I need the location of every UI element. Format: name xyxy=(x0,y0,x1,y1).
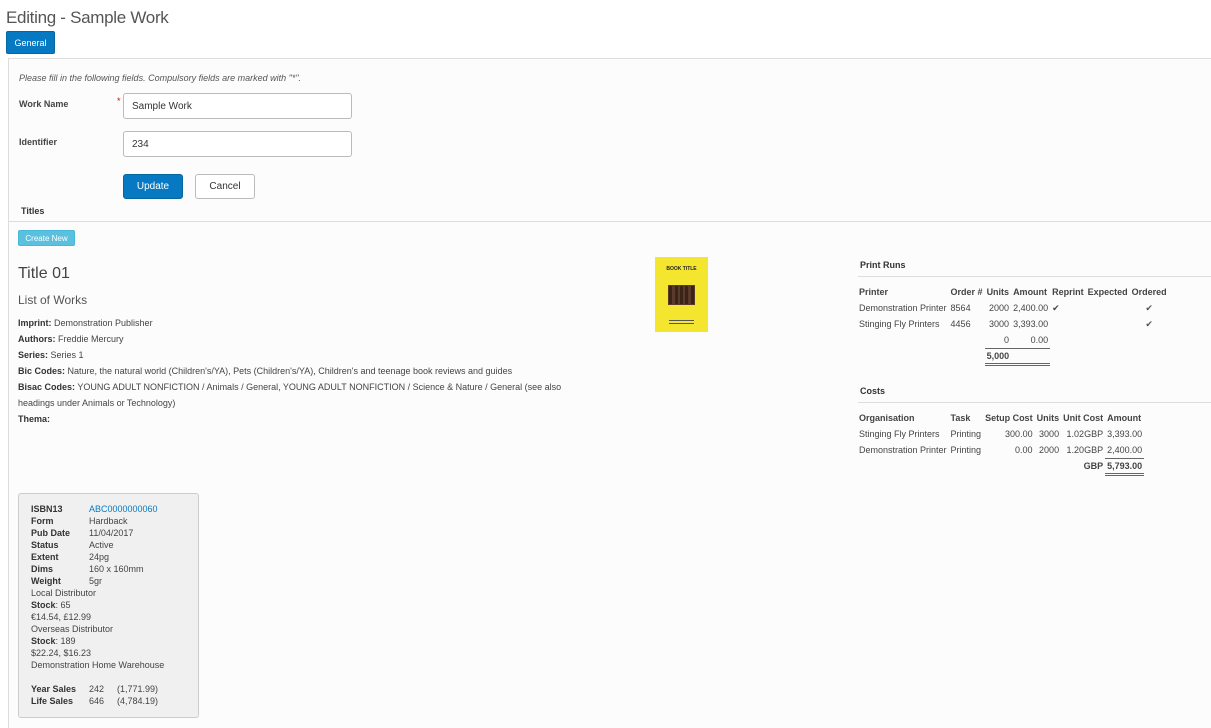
costs-total-label: GBP xyxy=(1083,461,1104,471)
update-button[interactable]: Update xyxy=(123,174,183,199)
bisac-codes-line: Bisac Codes: YOUNG ADULT NONFICTION / An… xyxy=(18,382,562,392)
col-setup-cost: Setup Cost xyxy=(985,413,1033,423)
col-ordered: Ordered xyxy=(1131,287,1167,297)
form-hint: Please fill in the following fields. Com… xyxy=(19,73,302,83)
col-organisation: Organisation xyxy=(859,413,915,423)
col-order: Order # xyxy=(950,287,983,297)
table-row[interactable]: Stinging Fly Printers 4456 3000 3,393.00… xyxy=(857,316,1169,332)
authors-line: Authors: Freddie Mercury xyxy=(18,334,124,344)
page-title: Editing - Sample Work xyxy=(6,8,169,27)
stock-local: Stock: 65 xyxy=(31,600,71,610)
thema-line: Thema: xyxy=(18,414,51,424)
isbn-row: ISBN13 ABC0000000060 xyxy=(31,503,158,515)
check-icon: ✔ xyxy=(1052,302,1060,313)
create-new-button[interactable]: Create New xyxy=(18,230,75,246)
col-expected: Expected xyxy=(1087,287,1128,297)
col-unit-cost: Unit Cost xyxy=(1063,413,1104,423)
titles-divider xyxy=(9,221,1211,222)
costs-heading: Costs xyxy=(860,386,886,396)
col-reprint: Reprint xyxy=(1052,287,1084,297)
title-name[interactable]: Title 01 xyxy=(18,265,70,283)
check-icon: ✔ xyxy=(1145,318,1153,329)
col-units: Units xyxy=(986,287,1010,297)
cover-books-graphic xyxy=(668,285,695,305)
imprint-line: Imprint: Demonstration Publisher xyxy=(18,318,153,328)
distributor-overseas: Overseas Distributor xyxy=(31,624,114,634)
bic-codes-line: Bic Codes: Nature, the natural world (Ch… xyxy=(18,366,513,376)
costs-total-amount: 5,793.00 xyxy=(1105,457,1145,476)
col-printer: Printer xyxy=(859,287,889,297)
check-icon: ✔ xyxy=(1145,302,1153,313)
print-runs-table: Printer Order # Units Amount Reprint Exp… xyxy=(857,284,1169,366)
status-row: Status Active xyxy=(31,540,114,550)
form-row: Form Hardback xyxy=(31,516,128,526)
weight-row: Weight 5gr xyxy=(31,576,103,586)
col-amount: Amount xyxy=(1107,413,1142,423)
print-runs-divider xyxy=(858,276,1211,277)
extent-row: Extent 24pg xyxy=(31,552,110,562)
col-amount: Amount xyxy=(1013,287,1048,297)
identifier-input[interactable] xyxy=(123,131,352,157)
stock-overseas: Stock: 189 xyxy=(31,636,76,646)
tab-general[interactable]: General xyxy=(6,31,55,54)
identifier-label: Identifier xyxy=(19,137,58,147)
costs-total-row: GBP 5,793.00 xyxy=(857,457,1145,476)
series-line: Series: Series 1 xyxy=(18,350,84,360)
work-name-label: Work Name xyxy=(19,99,69,109)
cover-footer xyxy=(669,320,694,324)
table-row[interactable]: Stinging Fly Printers Printing 300.00 30… xyxy=(857,426,1144,442)
year-sales-row: Year Sales 242 (1,771.99) xyxy=(31,684,159,694)
cover-title: BOOK TITLE xyxy=(666,266,697,272)
col-units: Units xyxy=(1036,413,1060,423)
dims-row: Dims 160 x 160mm xyxy=(31,564,144,574)
isbn-details-card: ISBN13 ABC0000000060 Form Hardback Pub Dat… xyxy=(18,493,199,718)
cancel-button[interactable]: Cancel xyxy=(195,174,255,199)
required-mark: * xyxy=(117,96,121,106)
table-row[interactable]: Demonstration Printer Printing 0.00 2000… xyxy=(857,442,1145,459)
print-runs-total-units: 5,000 xyxy=(984,347,1051,366)
life-sales-row: Life Sales 646 (4,784.19) xyxy=(31,696,159,706)
isbn-link[interactable]: ABC0000000060 xyxy=(89,503,158,515)
price-overseas: $22.24, $16.23 xyxy=(31,648,92,658)
title-subtitle: List of Works xyxy=(18,293,88,307)
table-row[interactable]: Demonstration Printer 8564 2000 2,400.00… xyxy=(857,300,1169,316)
print-runs-total-row: 5,000 xyxy=(857,347,1169,366)
warehouse-line: Demonstration Home Warehouse xyxy=(31,660,165,670)
pub-date-row: Pub Date 11/04/2017 xyxy=(31,528,134,538)
table-header-row: Printer Order # Units Amount Reprint Exp… xyxy=(857,284,1169,300)
book-cover-image[interactable]: BOOK TITLE xyxy=(655,257,708,332)
table-header-row: Organisation Task Setup Cost Units Unit … xyxy=(857,410,1144,426)
titles-heading: Titles xyxy=(21,206,45,216)
work-name-input[interactable] xyxy=(123,93,352,119)
table-row[interactable]: 0 0.00 xyxy=(857,332,1169,348)
costs-table: Organisation Task Setup Cost Units Unit … xyxy=(857,410,1145,476)
col-task: Task xyxy=(950,413,971,423)
distributor-local: Local Distributor xyxy=(31,588,97,598)
price-local: €14.54, £12.99 xyxy=(31,612,92,622)
print-runs-heading: Print Runs xyxy=(860,260,906,270)
costs-divider xyxy=(858,402,1211,403)
bisac-codes-line-2: headings under Animals or Technology) xyxy=(18,398,176,408)
